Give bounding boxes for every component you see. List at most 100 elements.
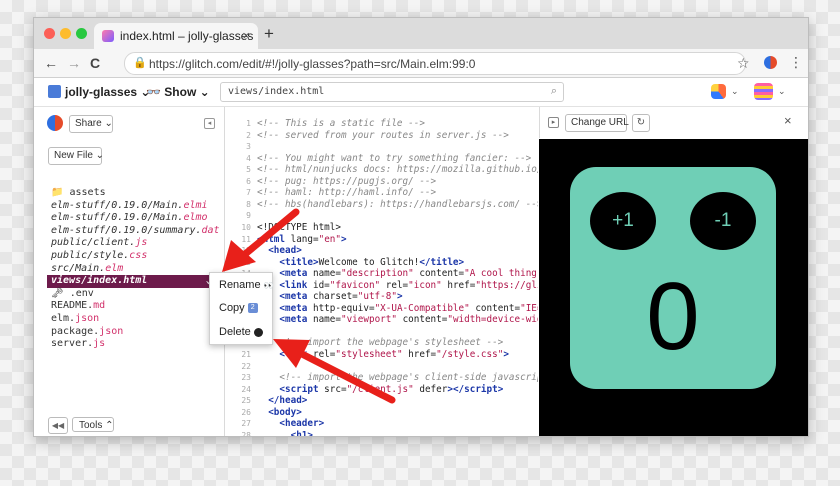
code-line[interactable]: <html lang="en">: [257, 234, 347, 245]
code-line[interactable]: <!-- pug: https://pugjs.org/ -->: [257, 176, 436, 187]
file-item[interactable]: elm.json: [51, 313, 223, 326]
file-item[interactable]: public/style.css: [51, 250, 223, 263]
code-line[interactable]: <!DOCTYPE html>: [257, 222, 341, 233]
file-extension: json: [99, 325, 124, 337]
code-line[interactable]: <!-- import the webpage's client-side ja…: [257, 372, 538, 383]
code-line[interactable]: <!-- hbs(handlebars): https://handlebars…: [257, 199, 538, 210]
file-item[interactable]: elm-stuff/0.19.0/Main.elmo: [51, 212, 223, 225]
code-line[interactable]: <h1>: [257, 430, 313, 436]
file-item[interactable]: elm-stuff/0.19.0/summary.dat: [51, 225, 223, 238]
code-line[interactable]: <!-- haml: http://haml.info/ -->: [257, 187, 436, 198]
profile-avatar[interactable]: [764, 56, 777, 69]
minimize-window-button[interactable]: [60, 28, 71, 39]
line-number: 4: [246, 153, 251, 163]
close-preview-icon[interactable]: ×: [784, 113, 792, 128]
glitch-header: jolly-glasses ⌄ 👓 Show ⌄ views/index.htm…: [34, 78, 808, 107]
code-line[interactable]: <!-- import the webpage's stylesheet -->: [257, 337, 503, 348]
line-number: 27: [241, 419, 251, 429]
copy-menu-item[interactable]: Copy 2: [219, 302, 258, 314]
code-line[interactable]: <meta name="description" content="A cool…: [257, 268, 538, 279]
file-extension: js: [135, 237, 148, 249]
code-line[interactable]: <meta http-equiv="X-UA-Compatible" conte…: [257, 303, 538, 314]
tools-button[interactable]: Tools ⌃: [72, 417, 114, 432]
code-line[interactable]: <!-- served from your routes in server.j…: [257, 130, 509, 141]
chevron-down-icon[interactable]: ⌄: [778, 86, 786, 97]
owner-avatar[interactable]: [47, 115, 63, 131]
code-line[interactable]: <!-- This is a static file -->: [257, 118, 425, 129]
refresh-icon[interactable]: ↻: [632, 114, 650, 132]
file-context-menu: Rename 👀 Copy 2 Delete: [209, 272, 274, 345]
file-item[interactable]: package.json: [51, 326, 223, 339]
line-number: 1: [246, 119, 251, 128]
back-arrow-icon[interactable]: ←: [44, 55, 58, 71]
browser-tab[interactable]: index.html – jolly-glasses ×: [94, 23, 258, 49]
code-line[interactable]: <!-- You might want to try something fan…: [257, 153, 531, 164]
maximize-window-button[interactable]: [76, 28, 87, 39]
reload-icon[interactable]: C: [90, 55, 100, 71]
file-name: src/Main.: [51, 262, 106, 274]
tab-bar: index.html – jolly-glasses × +: [34, 18, 808, 49]
file-item[interactable]: 📁 assets: [51, 187, 223, 200]
line-number: 21: [241, 350, 251, 359]
collapse-sidebar-icon[interactable]: ◂: [204, 118, 215, 129]
share-button[interactable]: Share ⌄: [69, 115, 113, 133]
code-line[interactable]: <body>: [257, 407, 302, 418]
file-item[interactable]: server.js: [51, 338, 223, 351]
code-line[interactable]: </head>: [257, 395, 307, 406]
code-line[interactable]: <title>Welcome to Glitch!</title>: [257, 257, 464, 268]
project-name-dropdown[interactable]: jolly-glasses ⌄: [65, 85, 150, 99]
tab-close-icon[interactable]: ×: [242, 28, 250, 43]
file-name: public/client.: [51, 237, 136, 249]
file-extension: md: [93, 300, 106, 312]
line-number: 26: [241, 407, 251, 417]
rewind-icon[interactable]: ◀◀: [48, 417, 68, 434]
close-window-button[interactable]: [44, 28, 55, 39]
key-icon: 🗝: [51, 287, 70, 299]
decrement-button[interactable]: -1: [690, 192, 756, 250]
team-avatar[interactable]: [754, 83, 773, 100]
file-name: README.: [51, 300, 94, 312]
counter-face: +1 -1 0: [570, 167, 776, 389]
file-item-active[interactable]: views/index.html⌄: [47, 275, 217, 288]
code-line[interactable]: <meta name="viewport" content="width=dev…: [257, 314, 538, 325]
counter-value: 0: [646, 263, 700, 370]
play-icon[interactable]: ▸: [548, 117, 559, 128]
lock-icon: 🔒: [133, 57, 147, 69]
file-item[interactable]: public/client.js: [51, 237, 223, 250]
user-avatar[interactable]: [711, 84, 726, 99]
file-item[interactable]: src/Main.elm: [51, 263, 223, 276]
bookmark-star-icon[interactable]: ☆: [737, 55, 750, 72]
file-path-search[interactable]: views/index.html ⌕: [220, 82, 564, 102]
file-item[interactable]: README.md: [51, 300, 223, 313]
file-item[interactable]: 🗝 .env: [51, 288, 223, 301]
url-input[interactable]: 🔒 https://glitch.com/edit/#!/jolly-glass…: [124, 52, 746, 75]
browser-menu-icon[interactable]: ⋮: [789, 54, 803, 71]
line-number: 3: [246, 142, 251, 152]
change-url-label: Change URL: [571, 117, 629, 128]
change-url-button[interactable]: Change URL: [565, 114, 629, 132]
file-name: .env: [69, 287, 94, 299]
browser-window: index.html – jolly-glasses × + ← → C 🔒 h…: [33, 17, 809, 437]
code-line[interactable]: <header>: [257, 418, 324, 429]
new-file-button[interactable]: New File ⌄: [48, 147, 104, 165]
chevron-down-icon[interactable]: ⌄: [731, 86, 739, 97]
increment-button[interactable]: +1: [590, 192, 656, 250]
code-line[interactable]: <link id="favicon" rel="icon" href="http…: [257, 280, 538, 291]
code-line[interactable]: <meta charset="utf-8">: [257, 291, 402, 302]
file-item[interactable]: elm-stuff/0.19.0/Main.elmi: [51, 200, 223, 213]
copy-icon: 2: [247, 303, 258, 314]
new-tab-button[interactable]: +: [264, 24, 274, 44]
file-extension: dat: [201, 224, 220, 236]
code-line[interactable]: <script src="/client.js" defer></script>: [257, 384, 503, 395]
forward-arrow-icon[interactable]: →: [67, 55, 81, 71]
show-button[interactable]: 👓 Show ⌄: [146, 85, 210, 99]
file-name: elm-stuff/0.19.0/Main.: [51, 212, 184, 224]
rename-menu-item[interactable]: Rename 👀: [219, 279, 274, 291]
bomb-icon: [253, 327, 263, 337]
code-line[interactable]: <head>: [257, 245, 302, 256]
line-number: 24: [241, 384, 251, 394]
code-line[interactable]: <!-- html/nunjucks docs: https://mozilla…: [257, 164, 538, 175]
delete-menu-item[interactable]: Delete: [219, 326, 263, 338]
code-line[interactable]: <link rel="stylesheet" href="/style.css"…: [257, 349, 509, 360]
line-number: 11: [241, 234, 251, 244]
